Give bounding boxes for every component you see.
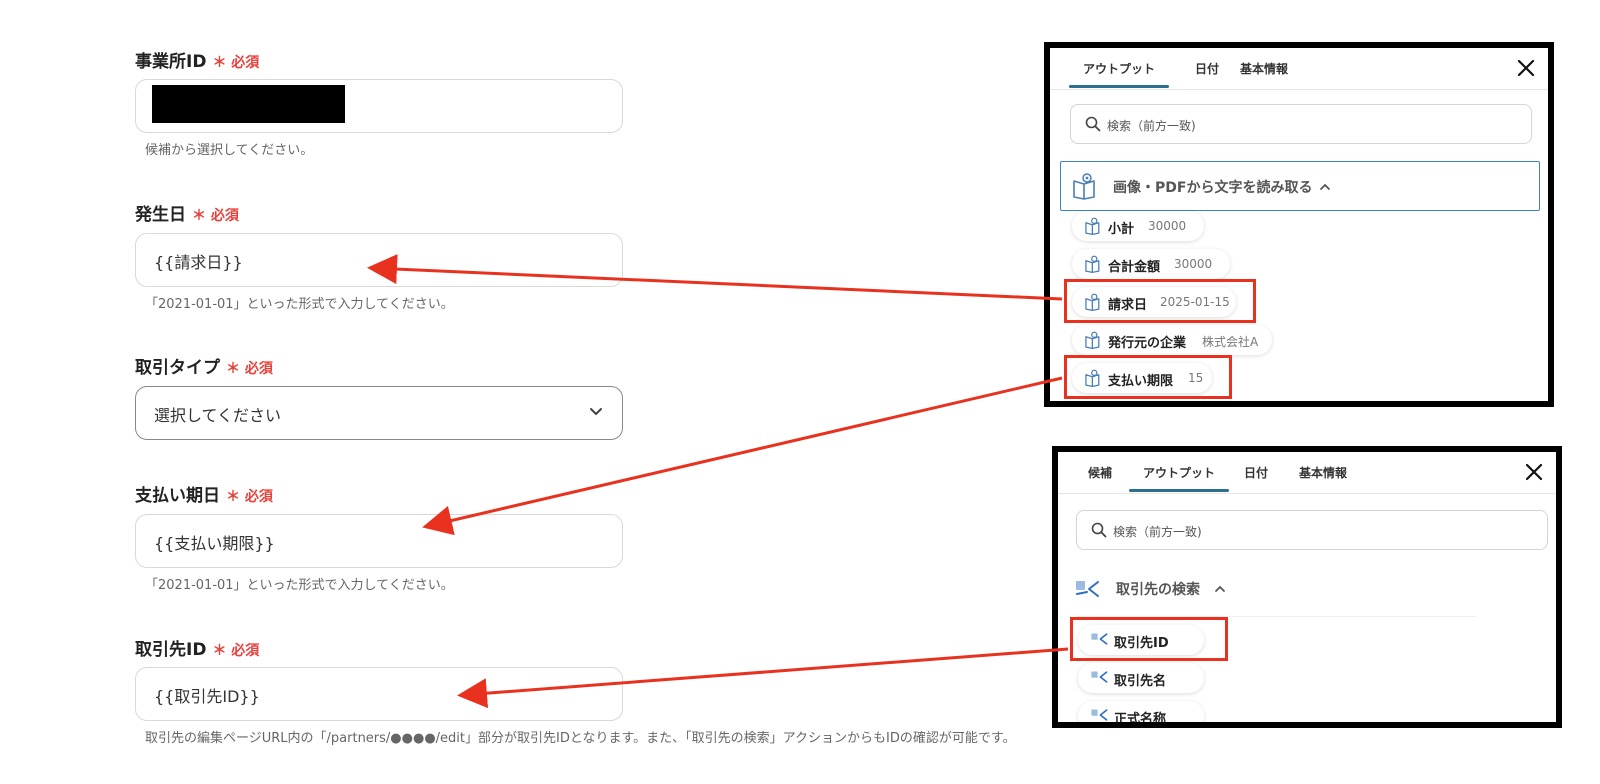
search-placeholder: 検索（前方一致) <box>1107 119 1196 133</box>
occur-date-field[interactable]: {{請求日}} <box>135 233 623 287</box>
tab-basic-info[interactable]: 基本情報 <box>1240 60 1288 77</box>
occur-date-hint: 「2021-01-01」といった形式で入力してください。 <box>145 297 454 312</box>
field-label-trade-type: 取引タイプ ＊ 必須 <box>135 353 273 378</box>
output-picker-panel-2: 候補 アウトプット 日付 基本情報 検索（前方一致) 取引先の検索 取引先ID … <box>1052 446 1562 728</box>
field-label-due-date: 支払い期日 ＊ 必須 <box>135 481 273 506</box>
label-text: 取引先ID <box>135 640 207 660</box>
label-text: 取引タイプ <box>135 358 220 378</box>
close-icon[interactable] <box>1524 462 1544 482</box>
tab-bar: 候補 アウトプット 日付 基本情報 <box>1058 452 1556 494</box>
tab-date[interactable]: 日付 <box>1244 464 1268 481</box>
output-item-official-name[interactable]: 正式名称 <box>1078 701 1204 727</box>
label-text: 事業所ID <box>135 52 207 72</box>
select-value: 選択してください <box>154 406 282 425</box>
output-picker-panel-1: アウトプット 日付 基本情報 検索（前方一致) 画像・PDFから文字を読み取る … <box>1044 42 1554 407</box>
search-icon <box>1091 522 1107 538</box>
item-name: 合計金額 <box>1108 260 1161 275</box>
tab-candidates[interactable]: 候補 <box>1088 464 1112 481</box>
label-text: 発生日 <box>135 205 186 225</box>
output-item-issuer-company[interactable]: 発行元の企業 株式会社A <box>1072 325 1272 355</box>
required-badge: ＊ 必須 <box>212 643 260 659</box>
required-badge: ＊ 必須 <box>212 55 260 71</box>
item-name: 取引先名 <box>1114 674 1167 689</box>
search-input[interactable]: 検索（前方一致) <box>1076 510 1548 550</box>
item-value: 30000 <box>1174 257 1213 271</box>
tab-bar: アウトプット 日付 基本情報 <box>1050 48 1548 90</box>
field-value: {{請求日}} <box>154 253 243 272</box>
item-name: 正式名称 <box>1114 712 1167 727</box>
group-title: 画像・PDFから文字を読み取る <box>1113 180 1313 196</box>
search-arrow-icon <box>1091 671 1108 683</box>
due-date-hint: 「2021-01-01」といった形式で入力してください。 <box>145 578 454 593</box>
group-header[interactable]: 取引先の検索 <box>1068 564 1548 614</box>
partner-id-hint: 取引先の編集ページURL内の「/partners/●●●●/edit」部分が取引… <box>145 731 1016 746</box>
book-eye-icon <box>1085 217 1100 235</box>
output-item-partner-name[interactable]: 取引先名 <box>1078 663 1204 693</box>
item-name: 小計 <box>1108 222 1135 237</box>
search-arrow-icon <box>1091 709 1108 721</box>
chevron-down-icon <box>590 408 602 415</box>
chevron-up-icon <box>1320 183 1330 190</box>
item-value: 株式会社A <box>1202 335 1259 349</box>
output-item-subtotal[interactable]: 小計 30000 <box>1072 211 1204 241</box>
search-icon <box>1085 116 1101 132</box>
field-label-partner-id: 取引先ID ＊ 必須 <box>135 635 259 660</box>
office-id-hint: 候補から選択してください。 <box>145 143 314 158</box>
group-header[interactable]: 画像・PDFから文字を読み取る <box>1060 161 1540 211</box>
due-date-field[interactable]: {{支払い期限}} <box>135 514 623 568</box>
book-eye-icon <box>1085 331 1100 349</box>
search-input[interactable]: 検索（前方一致) <box>1070 104 1532 144</box>
field-label-occur-date: 発生日 ＊ 必須 <box>135 200 239 225</box>
tab-output[interactable]: アウトプット <box>1068 60 1170 88</box>
highlight-partner-id <box>1070 617 1228 661</box>
tab-output[interactable]: アウトプット <box>1128 464 1230 492</box>
item-value: 30000 <box>1148 219 1187 233</box>
group-title: 取引先の検索 <box>1116 582 1200 598</box>
required-badge: ＊ 必須 <box>192 208 239 224</box>
search-arrow-icon <box>1076 581 1099 597</box>
field-value: {{支払い期限}} <box>154 534 275 553</box>
search-placeholder: 検索（前方一致) <box>1113 525 1202 539</box>
field-label-office-id: 事業所ID ＊ 必須 <box>135 47 259 72</box>
label-text: 支払い期日 <box>135 486 220 506</box>
highlight-payment-deadline <box>1064 355 1232 399</box>
highlight-invoice-date <box>1064 279 1256 323</box>
tab-date[interactable]: 日付 <box>1195 60 1219 77</box>
tab-basic-info[interactable]: 基本情報 <box>1299 464 1347 481</box>
chevron-up-icon <box>1215 585 1225 592</box>
field-value: {{取引先ID}} <box>154 687 260 706</box>
close-icon[interactable] <box>1516 58 1536 78</box>
book-eye-icon <box>1085 255 1100 273</box>
trade-type-select[interactable]: 選択してください <box>135 386 623 440</box>
book-eye-icon <box>1073 173 1095 200</box>
required-badge: ＊ 必須 <box>226 361 273 377</box>
redacted-value <box>152 85 345 123</box>
office-id-field[interactable] <box>135 79 623 133</box>
required-badge: ＊ 必須 <box>226 489 273 505</box>
item-name: 発行元の企業 <box>1108 336 1187 351</box>
partner-id-field[interactable]: {{取引先ID}} <box>135 667 623 721</box>
output-item-total-amount[interactable]: 合計金額 30000 <box>1072 249 1230 279</box>
